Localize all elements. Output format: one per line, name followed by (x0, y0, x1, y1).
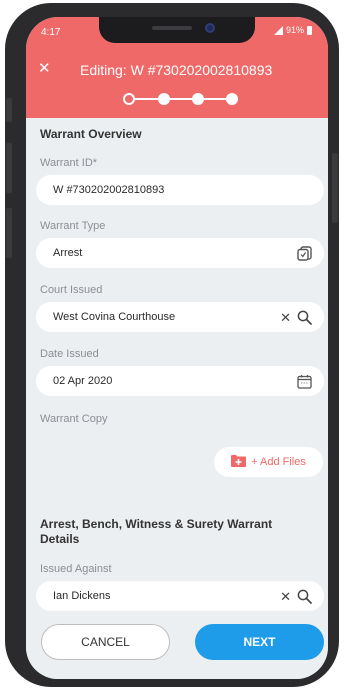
step-4-indicator (226, 93, 238, 105)
court-issued-label: Court Issued (40, 284, 103, 296)
signal-icon (273, 25, 283, 35)
form-content: Warrant Overview Warrant ID* W #73020200… (26, 118, 328, 612)
calendar-icon[interactable] (297, 374, 312, 389)
status-time: 4:17 (41, 27, 61, 38)
step-3-indicator (192, 93, 204, 105)
warrant-id-label: Warrant ID* (40, 157, 98, 169)
step-2-indicator (158, 93, 170, 105)
power-button (332, 153, 338, 223)
warrant-copy-label: Warrant Copy (40, 413, 108, 425)
section-title-details: Arrest, Bench, Witness & Surety Warrant … (40, 517, 273, 546)
add-files-button[interactable]: + Add Files (214, 447, 323, 477)
status-indicators: 91% (273, 25, 312, 35)
phone-frame: 4:17 91% ✕ Editing: W #730202002810893 W… (5, 3, 339, 687)
speaker-grille (152, 26, 192, 30)
date-issued-field[interactable]: 02 Apr 2020 (36, 366, 324, 396)
add-file-icon (231, 454, 247, 470)
step-1-indicator (123, 93, 135, 105)
mute-switch (6, 98, 12, 122)
issued-against-value: Ian Dickens (53, 590, 111, 602)
date-issued-label: Date Issued (40, 348, 99, 360)
date-issued-value: 02 Apr 2020 (53, 375, 113, 387)
add-files-label: + Add Files (251, 456, 306, 468)
search-icon[interactable] (297, 310, 312, 325)
cancel-button[interactable]: CANCEL (41, 624, 170, 660)
issued-against-label: Issued Against (40, 563, 112, 575)
close-icon[interactable]: ✕ (38, 61, 51, 76)
warrant-type-value: Arrest (53, 247, 83, 259)
battery-icon (307, 25, 312, 35)
warrant-type-select[interactable]: Arrest (36, 238, 324, 268)
volume-down-button (6, 208, 12, 258)
court-issued-field[interactable]: West Covina Courthouse ✕ (36, 302, 324, 332)
warrant-id-value: W #730202002810893 (53, 184, 165, 196)
select-list-icon[interactable] (297, 245, 312, 261)
next-button[interactable]: NEXT (195, 624, 324, 660)
app-header: 4:17 91% ✕ Editing: W #730202002810893 (26, 17, 328, 118)
stepper-line (129, 98, 233, 100)
progress-stepper (123, 93, 238, 105)
app-screen: 4:17 91% ✕ Editing: W #730202002810893 W… (26, 17, 328, 679)
clear-icon[interactable]: ✕ (280, 590, 291, 603)
battery-percent: 91% (285, 25, 304, 35)
clear-icon[interactable]: ✕ (280, 311, 291, 324)
warrant-id-field[interactable]: W #730202002810893 (36, 175, 324, 205)
page-title: Editing: W #730202002810893 (80, 62, 273, 78)
volume-up-button (6, 143, 12, 193)
section-title-warrant-overview: Warrant Overview (40, 127, 142, 141)
court-issued-value: West Covina Courthouse (53, 311, 176, 323)
issued-against-field[interactable]: Ian Dickens ✕ (36, 581, 324, 611)
front-camera (205, 23, 215, 33)
form-footer: CANCEL NEXT (26, 612, 328, 679)
warrant-type-label: Warrant Type (40, 220, 106, 232)
search-icon[interactable] (297, 589, 312, 604)
phone-notch (99, 17, 255, 43)
